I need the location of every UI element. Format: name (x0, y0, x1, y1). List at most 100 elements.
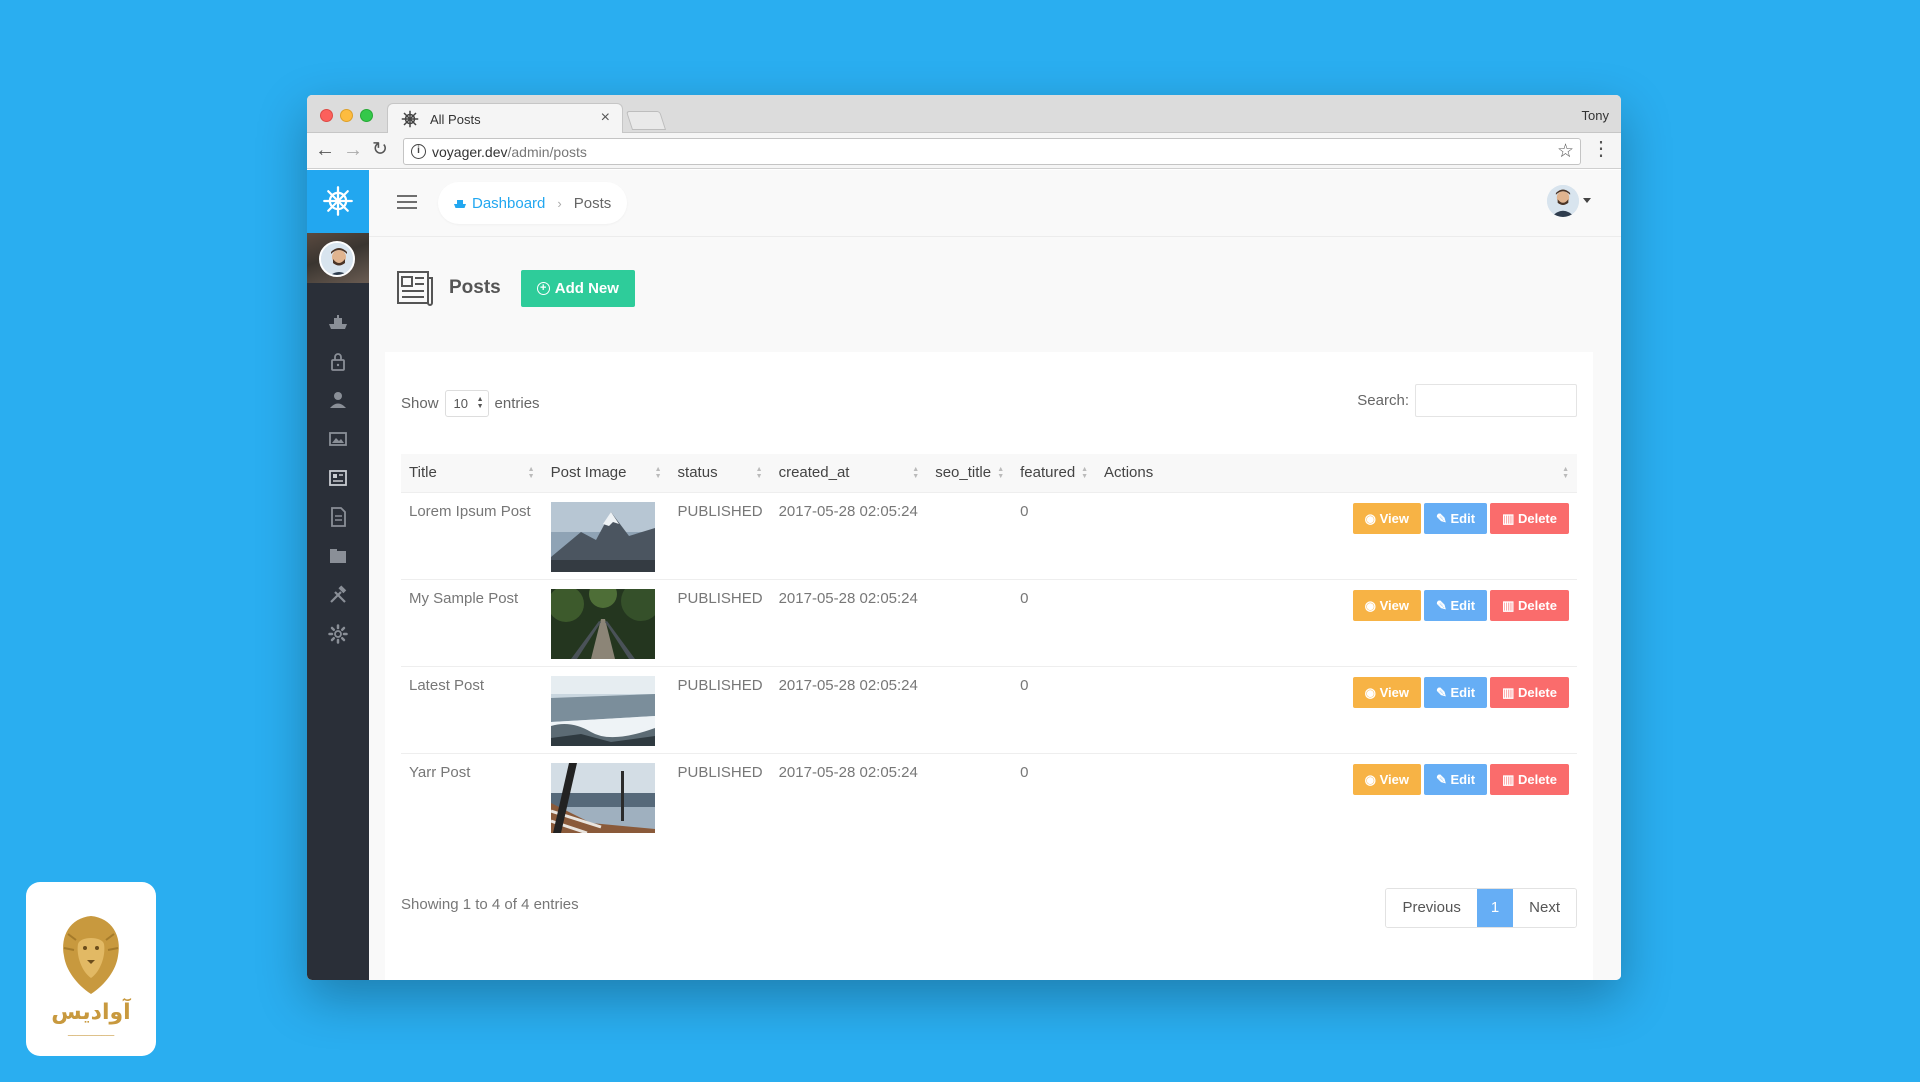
cell-post-image (542, 578, 670, 666)
hamburger-menu-icon[interactable] (397, 195, 417, 209)
cell-created-at: 2017-05-28 02:05:24 (770, 491, 928, 579)
avatar[interactable] (319, 241, 355, 277)
maximize-window-button[interactable] (360, 109, 373, 122)
delete-label: Delete (1517, 684, 1557, 700)
lock-icon[interactable] (326, 349, 350, 373)
delete-button[interactable]: ▥ Delete (1490, 502, 1569, 534)
pages-icon[interactable] (326, 505, 350, 529)
cell-actions: ◉ View ✎ Edit ▥ Delete (1096, 578, 1577, 666)
tools-icon[interactable] (326, 583, 350, 607)
user-avatar-icon (321, 243, 353, 275)
posts-icon[interactable] (326, 466, 350, 490)
sort-icon: ▲ ▼ (1562, 466, 1569, 480)
add-new-button[interactable]: + Add New (520, 269, 635, 307)
breadcrumb-dashboard-link[interactable]: Dashboard (454, 195, 545, 212)
breadcrumb: Dashboard › Posts (438, 182, 628, 224)
delete-button[interactable]: ▥ Delete (1490, 676, 1569, 708)
view-label: View (1379, 510, 1409, 526)
categories-icon[interactable] (326, 544, 350, 568)
cell-seo-title (927, 491, 1013, 579)
new-tab-button[interactable] (625, 111, 667, 130)
show-entries: Show 10 ▲ ▼ entries (401, 390, 540, 417)
entries-value: 10 (453, 396, 468, 411)
table-row: Latest Post PUBLISHED 2017-05-28 02:05:2… (401, 665, 1577, 753)
edit-button[interactable]: ✎ Edit (1423, 763, 1488, 795)
edit-button[interactable]: ✎ Edit (1423, 589, 1488, 621)
column-header-post-image[interactable]: Post Image ▲ ▼ (543, 454, 670, 492)
user-icon[interactable] (326, 388, 350, 412)
user-menu-avatar[interactable] (1547, 185, 1579, 217)
table-row: My Sample Post PUBLISHED 2017-05-28 02:0… (401, 578, 1577, 666)
back-arrow-icon[interactable]: ← (314, 139, 336, 161)
close-window-button[interactable] (320, 109, 333, 122)
brand-logo[interactable] (307, 170, 369, 233)
forward-arrow-icon[interactable]: → (342, 139, 364, 161)
column-header-title[interactable]: Title ▲ ▼ (401, 454, 543, 492)
pagination-next[interactable]: Next (1513, 889, 1576, 927)
post-image-waterfall[interactable] (550, 675, 655, 746)
view-button[interactable]: ◉ View (1352, 589, 1421, 621)
column-header-created-at[interactable]: created_at ▲ ▼ (771, 454, 928, 492)
edit-label: Edit (1450, 771, 1476, 787)
eye-icon: ◉ (1364, 684, 1380, 700)
browser-menu-icon[interactable]: ⋮ (1591, 139, 1611, 159)
pagination-page-1[interactable]: 1 (1476, 889, 1514, 927)
pagination-previous[interactable]: Previous (1386, 889, 1477, 927)
cell-featured: 0 (1012, 491, 1097, 579)
delete-button[interactable]: ▥ Delete (1490, 589, 1569, 621)
info-icon[interactable]: i (411, 144, 426, 159)
browser-tab[interactable]: All Posts × (387, 103, 623, 134)
chevron-down-icon[interactable] (1583, 198, 1591, 203)
cell-actions: ◉ View ✎ Edit ▥ Delete (1096, 491, 1577, 579)
dashboard-icon (454, 200, 466, 208)
column-header-status[interactable]: status ▲ ▼ (670, 454, 771, 492)
settings-icon[interactable] (326, 622, 350, 646)
header-label: Title (409, 464, 437, 482)
trash-icon: ▥ (1502, 510, 1518, 526)
view-button[interactable]: ◉ View (1352, 676, 1421, 708)
edit-button[interactable]: ✎ Edit (1423, 676, 1488, 708)
header-label: featured (1020, 464, 1076, 482)
cell-status: PUBLISHED (669, 752, 771, 840)
eye-icon: ◉ (1364, 771, 1380, 787)
header-label: seo_title (935, 464, 992, 482)
edit-label: Edit (1450, 510, 1476, 526)
column-header-seo-title[interactable]: seo_title ▲ ▼ (927, 454, 1012, 492)
page-header: Posts + Add New (395, 268, 635, 308)
column-header-actions[interactable]: Actions ▲ ▼ (1096, 454, 1577, 492)
edit-button[interactable]: ✎ Edit (1423, 502, 1488, 534)
lion-logo-icon (63, 916, 119, 994)
media-icon[interactable] (326, 427, 350, 451)
edit-label: Edit (1450, 597, 1476, 613)
search-input[interactable] (1415, 384, 1577, 417)
post-image-mountain[interactable] (550, 501, 655, 572)
cell-created-at: 2017-05-28 02:05:24 (770, 578, 928, 666)
edit-label: Edit (1450, 684, 1476, 700)
sort-icon: ▲ ▼ (1081, 466, 1089, 480)
bookmark-star-icon[interactable]: ☆ (1557, 140, 1574, 163)
view-button[interactable]: ◉ View (1352, 502, 1421, 534)
view-button[interactable]: ◉ View (1352, 763, 1421, 795)
tab-title: All Posts (430, 112, 481, 127)
minimize-window-button[interactable] (340, 109, 353, 122)
dashboard-icon[interactable] (326, 310, 350, 334)
table-header-row: Title ▲ ▼ Post Image ▲ ▼ status ▲ ▼ created_at… (401, 454, 1577, 492)
post-image-forest-bridge[interactable] (550, 588, 655, 659)
browser-profile-name[interactable]: Tony (1582, 108, 1609, 123)
column-header-featured[interactable]: featured ▲ ▼ (1012, 454, 1096, 492)
posts-icon (397, 271, 433, 306)
sort-icon: ▲ ▼ (997, 466, 1005, 480)
delete-label: Delete (1517, 510, 1557, 526)
sidebar-user-panel[interactable] (307, 233, 369, 283)
browser-window: All Posts × Tony ← → ↻ i voyager.dev/adm… (307, 95, 1621, 980)
view-label: View (1379, 597, 1409, 613)
reload-icon[interactable]: ↻ (369, 139, 391, 161)
entries-select[interactable]: 10 ▲ ▼ (444, 390, 489, 417)
breadcrumb-home-label: Dashboard (472, 194, 546, 212)
post-image-boat-deck[interactable] (550, 762, 655, 833)
posts-table: Title ▲ ▼ Post Image ▲ ▼ status ▲ ▼ created_at… (401, 454, 1577, 840)
header-label: status (677, 464, 718, 482)
url-input[interactable]: i voyager.dev/admin/posts ☆ (403, 138, 1581, 165)
delete-button[interactable]: ▥ Delete (1490, 763, 1569, 795)
close-tab-icon[interactable]: × (601, 109, 610, 127)
